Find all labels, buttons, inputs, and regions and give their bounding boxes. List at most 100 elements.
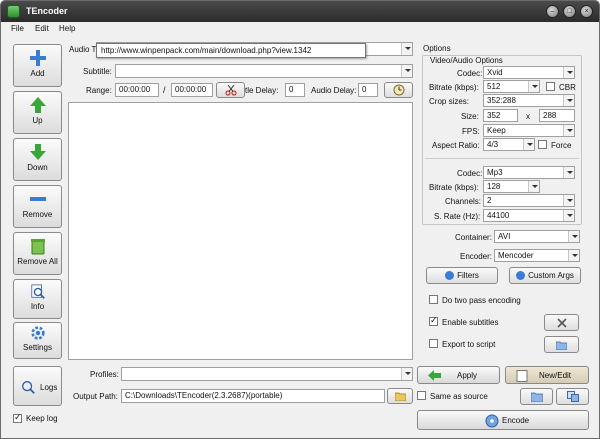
profiles-label: Profiles: <box>90 370 119 379</box>
encode-label: Encode <box>502 416 530 425</box>
range-start-field[interactable]: 00:00:00 <box>115 83 159 97</box>
window-title: TEncoder <box>26 6 68 16</box>
dropdown-arrow-icon[interactable] <box>523 139 534 150</box>
apply-button[interactable]: Apply <box>417 366 500 384</box>
keep-log-checkbox[interactable] <box>13 412 22 423</box>
force-label: Force <box>551 141 572 150</box>
export-script-label: Export to script <box>442 340 496 349</box>
subtitle-delay-label: tle Delay: <box>245 86 279 95</box>
folder-open-icon <box>530 392 543 403</box>
encode-button[interactable]: Encode <box>417 410 589 430</box>
menu-help[interactable]: Help <box>59 24 75 33</box>
audio-delay-field[interactable]: 0 <box>358 83 378 97</box>
aspect-ratio-select[interactable]: 4/3 <box>483 138 535 151</box>
audio-track-label: Audio T <box>69 45 97 54</box>
maximize-icon[interactable]: □ <box>563 5 576 18</box>
size-label: Size: <box>461 112 479 121</box>
container-label: Container: <box>455 233 492 242</box>
output-path-field[interactable]: C:\Downloads\TEncoder(2.3.2687)(portable… <box>121 389 385 403</box>
same-as-source-checkbox[interactable] <box>417 391 426 400</box>
menu-edit[interactable]: Edit <box>35 24 49 33</box>
apply-label: Apply <box>457 371 478 380</box>
menu-file[interactable]: File <box>11 24 24 33</box>
remove-all-button[interactable]: Remove All <box>13 232 62 275</box>
encoder-label: Encoder: <box>460 252 493 261</box>
audio-bitrate-label: Bitrate (kbps): <box>429 183 479 192</box>
trash-icon <box>30 239 45 255</box>
channels-select[interactable]: 2 <box>483 194 575 207</box>
custom-args-button[interactable]: Custom Args <box>509 267 581 284</box>
size-x-label: x <box>526 112 530 121</box>
timer-button[interactable] <box>384 82 413 98</box>
remove-label: Remove <box>22 210 53 219</box>
dropdown-arrow-icon[interactable] <box>568 250 579 261</box>
same-as-source-label: Same as source <box>430 392 488 401</box>
up-button[interactable]: Up <box>13 91 62 134</box>
video-bitrate-select[interactable]: 512 <box>483 80 540 93</box>
minimize-icon[interactable]: – <box>546 5 559 18</box>
dropdown-arrow-icon[interactable] <box>563 195 574 206</box>
browse-output-button[interactable] <box>387 388 413 404</box>
file-list[interactable] <box>68 102 413 360</box>
settings-button[interactable]: Settings <box>13 322 62 359</box>
plus-icon <box>29 50 46 66</box>
up-label: Up <box>32 116 43 125</box>
dropdown-arrow-icon[interactable] <box>528 181 539 192</box>
dropdown-arrow-icon[interactable] <box>528 81 539 92</box>
audio-codec-select[interactable]: Mp3 <box>483 166 575 179</box>
menu-bar: File Edit Help <box>1 22 599 37</box>
filters-button[interactable]: Filters <box>426 267 498 284</box>
subtitle-tools-button[interactable] <box>544 314 579 331</box>
logs-button[interactable]: Logs <box>13 366 62 406</box>
info-button[interactable]: Info <box>13 279 62 319</box>
profiles-select[interactable] <box>121 367 413 381</box>
container-select[interactable]: AVI <box>494 230 580 243</box>
dropdown-arrow-icon[interactable] <box>563 167 574 178</box>
arrow-down-icon <box>29 144 46 160</box>
gear-icon <box>30 326 45 340</box>
two-pass-label: Do two pass encoding <box>442 296 521 305</box>
document-icon <box>516 370 528 382</box>
range-end-field[interactable]: 00:00:00 <box>171 83 213 97</box>
export-script-checkbox[interactable] <box>429 339 438 348</box>
fps-label: FPS: <box>462 127 480 136</box>
export-script-folder-button[interactable] <box>544 336 579 353</box>
encoder-select[interactable]: Mencoder <box>494 249 580 262</box>
new-edit-label: New/Edit <box>539 371 572 380</box>
dropdown-arrow-icon[interactable] <box>563 210 574 221</box>
copy-button[interactable] <box>556 388 589 405</box>
magnifier-icon <box>30 284 45 299</box>
close-icon[interactable]: × <box>580 5 593 18</box>
channels-label: Channels: <box>445 197 482 206</box>
down-button[interactable]: Down <box>13 138 62 181</box>
open-folder-button[interactable] <box>520 388 553 405</box>
info-label: Info <box>30 302 45 311</box>
dropdown-arrow-icon[interactable] <box>563 125 574 136</box>
dropdown-arrow-icon[interactable] <box>568 231 579 242</box>
audio-bitrate-select[interactable]: 128 <box>483 180 540 193</box>
enable-subtitles-checkbox[interactable] <box>429 315 438 326</box>
video-audio-group-title: Video/Audio Options <box>430 56 503 65</box>
remove-button[interactable]: Remove <box>13 185 62 228</box>
dropdown-arrow-icon[interactable] <box>563 67 574 78</box>
two-pass-checkbox[interactable] <box>429 295 438 304</box>
force-checkbox[interactable] <box>538 140 547 149</box>
width-field[interactable]: 352 <box>483 109 518 122</box>
subtitle-select[interactable] <box>115 64 413 78</box>
crop-sizes-select[interactable]: 352:288 <box>483 94 575 107</box>
dropdown-arrow-icon[interactable] <box>563 95 574 106</box>
cbr-checkbox[interactable] <box>546 82 555 91</box>
logs-label: Logs <box>40 383 58 392</box>
video-codec-select[interactable]: Xvid <box>483 66 575 79</box>
fps-select[interactable]: Keep <box>483 124 575 137</box>
settings-label: Settings <box>23 343 52 352</box>
cut-button[interactable] <box>216 82 245 98</box>
aspect-ratio-label: Aspect Ratio: <box>432 141 480 150</box>
subtitle-delay-field[interactable]: 0 <box>285 83 305 97</box>
new-edit-button[interactable]: New/Edit <box>505 366 589 384</box>
sample-rate-select[interactable]: 44100 <box>483 209 575 222</box>
add-label: Add <box>30 69 45 78</box>
add-button[interactable]: Add <box>13 44 62 87</box>
copy-icon <box>566 391 579 402</box>
height-field[interactable]: 288 <box>539 109 575 122</box>
